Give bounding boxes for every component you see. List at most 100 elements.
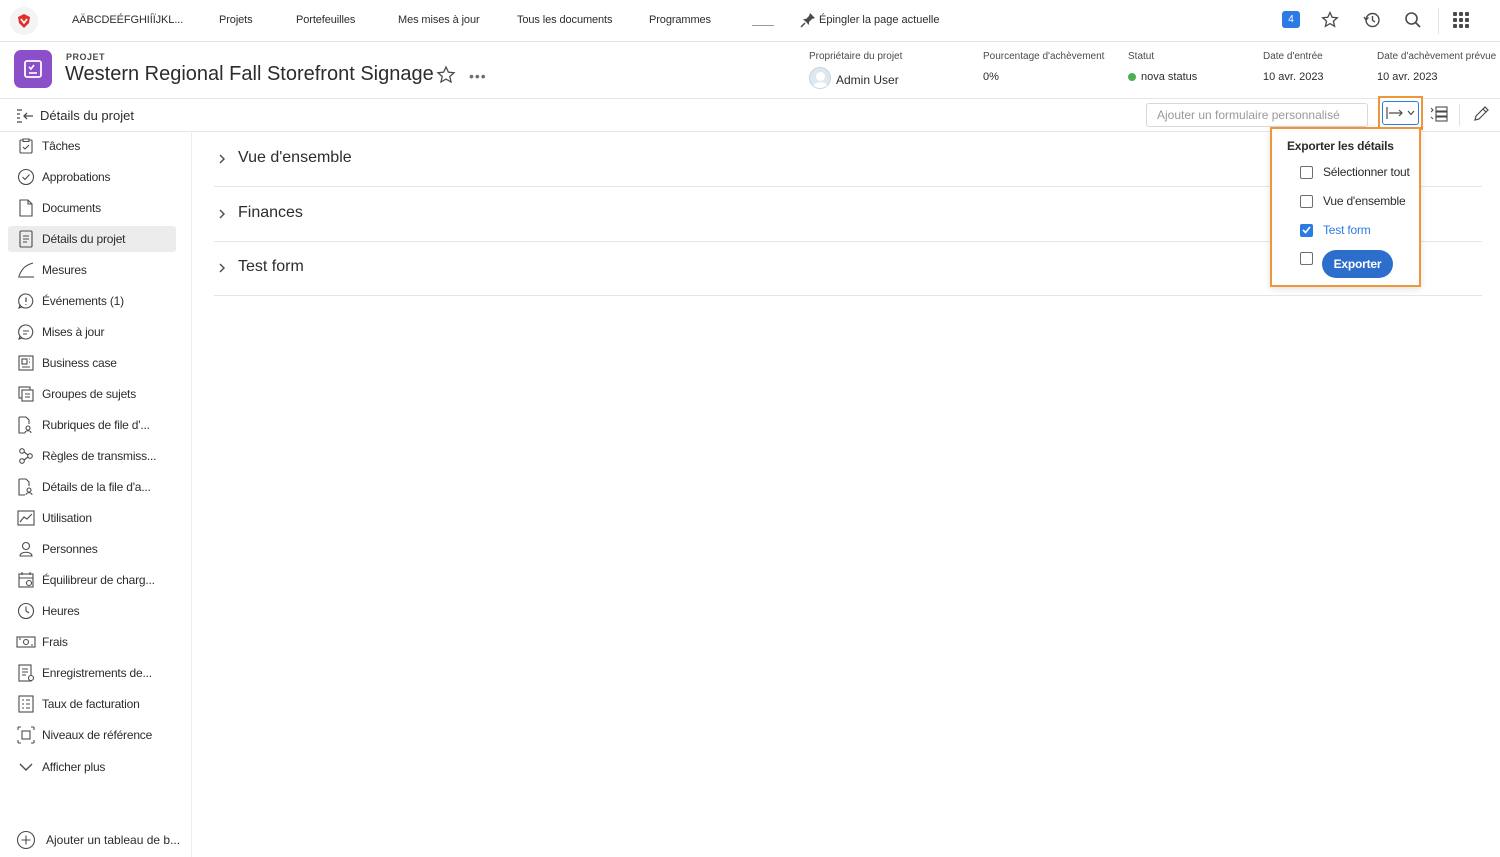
- nav-link-projects[interactable]: Projets: [219, 14, 253, 26]
- section-title: Détails du projet: [40, 108, 134, 123]
- approvals-icon: [17, 168, 35, 186]
- nav-link-portfolios[interactable]: Portefeuilles: [296, 14, 355, 26]
- queue-details-icon: [18, 478, 33, 496]
- project-clipboard-icon: [24, 60, 42, 78]
- chevron-down-icon: [1407, 110, 1415, 116]
- sidebar-item-people[interactable]: Personnes: [8, 536, 176, 562]
- export-option-select-all[interactable]: Sélectionner tout: [1300, 165, 1410, 179]
- sidebar-item-billing-rates[interactable]: Taux de facturation: [8, 691, 176, 717]
- nav-link-my-updates[interactable]: Mes mises à jour: [398, 14, 480, 26]
- updates-icon: [18, 324, 34, 340]
- favorite-star-icon[interactable]: [436, 65, 456, 85]
- status-badge[interactable]: nova status: [1141, 71, 1197, 83]
- export-option-overview[interactable]: Vue d'ensemble: [1300, 194, 1406, 208]
- sidebar-item-baselines[interactable]: Niveaux de référence: [8, 722, 176, 748]
- notifications-badge[interactable]: 4: [1282, 11, 1300, 28]
- entry-date-meta: Date d'entrée 10 avr. 2023: [1263, 51, 1324, 83]
- export-button-inner[interactable]: [1382, 101, 1419, 125]
- project-header: PROJET Western Regional Fall Storefront …: [0, 43, 1500, 99]
- avatar: [809, 67, 831, 89]
- chevron-down-icon: [19, 763, 33, 771]
- show-more-button[interactable]: Afficher plus: [8, 754, 176, 780]
- sidebar-item-tasks[interactable]: Tâches: [8, 133, 176, 159]
- sidebar-item-label: Mises à jour: [42, 325, 105, 339]
- sidebar-item-utilization[interactable]: Utilisation: [8, 505, 176, 531]
- routing-rules-icon: [19, 448, 33, 464]
- events-icon: [18, 293, 34, 309]
- checkbox[interactable]: [1300, 194, 1313, 208]
- percent-label: Pourcentage d'achèvement: [983, 51, 1105, 62]
- sidebar-item-label: Documents: [42, 201, 101, 215]
- custom-form-input[interactable]: [1146, 103, 1368, 127]
- more-options-button[interactable]: •••: [469, 68, 487, 84]
- billing-rates-icon: [18, 695, 34, 713]
- sidebar-item-load-balancer[interactable]: Équilibreur de charg...: [8, 567, 176, 593]
- sidebar-item-label: Personnes: [42, 542, 98, 556]
- sidebar-item-events[interactable]: Événements (1): [8, 288, 176, 314]
- pin-page-label: Épingler la page actuelle: [819, 14, 940, 26]
- sidebar-item-expenses[interactable]: Frais: [8, 629, 176, 655]
- sidebar-item-documents[interactable]: Documents: [8, 195, 176, 221]
- layout-list-icon[interactable]: [1430, 105, 1448, 123]
- sidebar-item-approvals[interactable]: Approbations: [8, 164, 176, 190]
- workfront-logo[interactable]: [10, 7, 38, 35]
- add-dashboard-label: Ajouter un tableau de b...: [46, 833, 181, 847]
- export-option-test-form[interactable]: Test form: [1300, 223, 1371, 237]
- nav-link-programs[interactable]: Programmes: [649, 14, 711, 26]
- project-icon: [14, 50, 52, 88]
- logo-icon: [18, 14, 30, 28]
- owner-value[interactable]: Admin User: [836, 73, 899, 87]
- export-option-label: Vue d'ensemble: [1323, 194, 1406, 208]
- checkbox[interactable]: [1300, 165, 1313, 179]
- sidebar-item-hours[interactable]: Heures: [8, 598, 176, 624]
- sidebar-item-label: Rubriques de file d'...: [42, 418, 150, 432]
- status-dot-icon: [1128, 73, 1136, 81]
- nav-link-all-documents[interactable]: Tous les documents: [517, 14, 613, 26]
- favorites-star-icon[interactable]: [1321, 11, 1339, 29]
- pin-page-button[interactable]: Épingler la page actuelle: [800, 12, 939, 28]
- sidebar-item-label: Afficher plus: [42, 760, 106, 774]
- sidebar-item-project-details[interactable]: Détails du projet: [8, 226, 176, 252]
- sidebar-item-label: Détails du projet: [42, 232, 126, 246]
- sidebar-item-routing-rules[interactable]: Règles de transmiss...: [8, 443, 176, 469]
- search-icon[interactable]: [1404, 11, 1422, 29]
- apps-grid-icon[interactable]: [1453, 12, 1469, 28]
- add-dashboard-button[interactable]: Ajouter un tableau de b...: [16, 830, 180, 850]
- sidebar-item-label: Événements (1): [42, 294, 124, 308]
- owner-meta: Propriétaire du projet Admin User: [809, 51, 902, 89]
- sidebar-item-queue-topics[interactable]: Rubriques de file d'...: [8, 412, 176, 438]
- collapse-sidebar-icon[interactable]: [16, 108, 34, 124]
- checkbox[interactable]: [1300, 252, 1313, 265]
- edit-pencil-icon[interactable]: [1472, 105, 1490, 123]
- sidebar-item-measures[interactable]: Mesures: [8, 257, 176, 283]
- planned-date-value[interactable]: 10 avr. 2023: [1377, 71, 1496, 83]
- chevron-right-icon: [219, 263, 225, 273]
- recents-history-icon[interactable]: [1363, 11, 1381, 29]
- checkbox-checked[interactable]: [1300, 223, 1313, 237]
- expenses-icon: [16, 636, 36, 648]
- sidebar-item-business-case[interactable]: Business case: [8, 350, 176, 376]
- section-title-finances: Finances: [238, 204, 303, 221]
- plus-circle-icon: [16, 830, 36, 850]
- people-icon: [19, 541, 33, 557]
- records-icon: [18, 664, 35, 682]
- sidebar-item-label: Détails de la file d'a...: [42, 480, 151, 494]
- sidebar-item-updates[interactable]: Mises à jour: [8, 319, 176, 345]
- export-button[interactable]: Exporter: [1322, 250, 1393, 278]
- sidebar-item-queue-details[interactable]: Détails de la file d'a...: [8, 474, 176, 500]
- export-dropdown-button[interactable]: [1378, 96, 1423, 130]
- page-title[interactable]: Western Regional Fall Storefront Signage: [65, 63, 434, 86]
- sidebar-item-topic-groups[interactable]: Groupes de sujets: [8, 381, 176, 407]
- sidebar-item-label: Mesures: [42, 263, 87, 277]
- top-navigation: AÄBCDEÉFGHIÍÏJKL... Projets Portefeuille…: [0, 0, 1500, 42]
- export-details-menu: Exporter les détails Sélectionner tout V…: [1270, 127, 1421, 287]
- sidebar: Tâches Approbations Documents Détails du…: [0, 133, 192, 857]
- sidebar-item-label: Niveaux de référence: [42, 728, 153, 742]
- sidebar-item-records[interactable]: Enregistrements de...: [8, 660, 176, 686]
- export-option-unlabeled[interactable]: [1300, 252, 1313, 265]
- account-name[interactable]: AÄBCDEÉFGHIÍÏJKL...: [72, 14, 183, 26]
- queue-topics-icon: [18, 416, 32, 434]
- pin-icon: [800, 13, 815, 28]
- chevron-right-icon: [219, 154, 225, 164]
- clock-icon: [17, 602, 35, 620]
